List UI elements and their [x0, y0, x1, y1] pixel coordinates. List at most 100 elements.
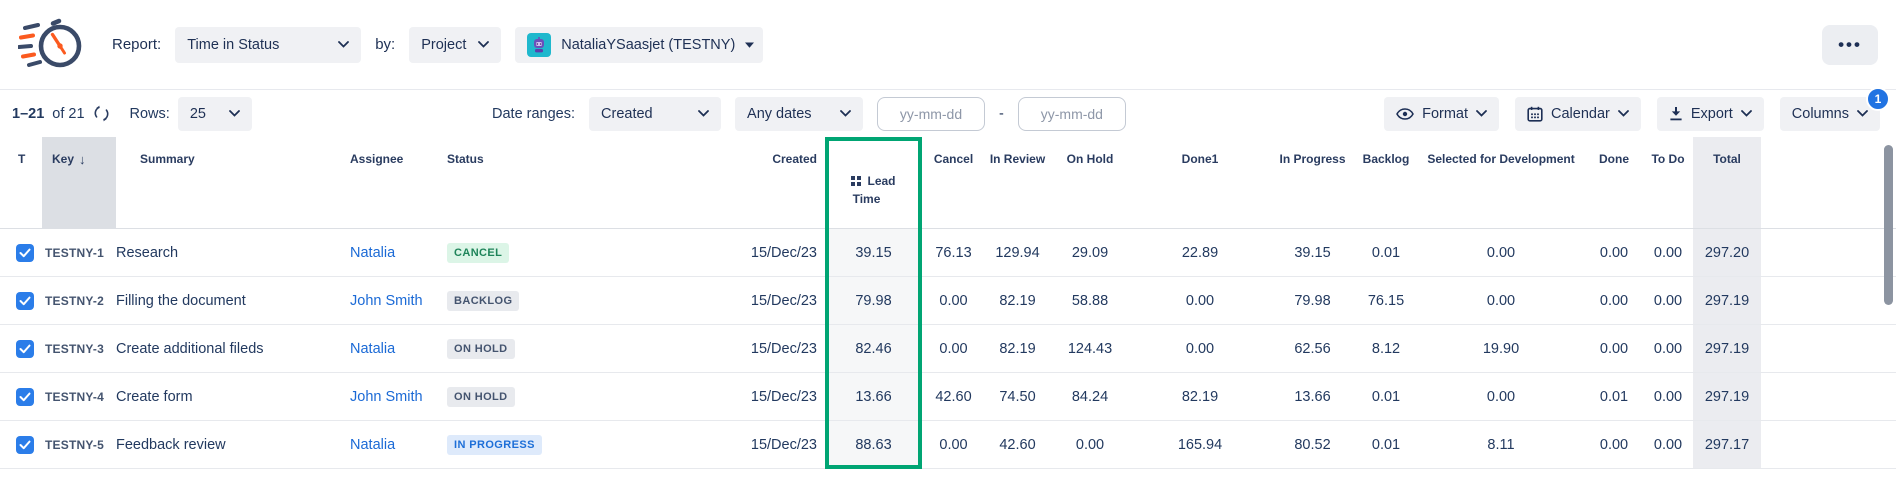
- assignee-link[interactable]: Natalia: [350, 437, 395, 453]
- time-in-status-on-hold: 124.43: [1050, 325, 1130, 372]
- check-icon: [19, 344, 31, 354]
- column-header-lead-time[interactable]: Lead Time: [825, 137, 922, 228]
- time-in-status-backlog: 0.01: [1355, 373, 1417, 420]
- vertical-scrollbar[interactable]: [1884, 141, 1893, 476]
- row-checkbox[interactable]: [16, 292, 34, 310]
- format-button-label: Format: [1422, 106, 1468, 122]
- time-in-status-selected-for-development: 0.00: [1417, 229, 1585, 276]
- chevron-down-icon: [698, 110, 709, 117]
- time-in-status-done1: 22.89: [1130, 229, 1270, 276]
- time-in-status-to-do: 0.00: [1643, 373, 1693, 420]
- row-checkbox[interactable]: [16, 340, 34, 358]
- date-to-input[interactable]: [1018, 97, 1126, 131]
- format-button[interactable]: Format: [1384, 97, 1499, 131]
- date-from-input[interactable]: [877, 97, 985, 131]
- issue-summary: Feedback review: [116, 421, 350, 468]
- assignee-link[interactable]: John Smith: [350, 293, 423, 309]
- column-header-on-hold[interactable]: On Hold: [1050, 137, 1130, 228]
- time-in-status-backlog: 0.01: [1355, 229, 1417, 276]
- sort-descending-icon[interactable]: ↓: [79, 152, 86, 167]
- time-in-status-backlog: 76.15: [1355, 277, 1417, 324]
- time-in-status-to-do: 0.00: [1643, 229, 1693, 276]
- issue-key: TESTNY-2: [42, 277, 116, 324]
- total-value: 297.19: [1693, 277, 1761, 324]
- by-select[interactable]: Project: [409, 27, 501, 63]
- time-in-status-done: 0.01: [1585, 373, 1643, 420]
- report-label: Report:: [112, 36, 161, 53]
- time-in-status-in-review: 74.50: [985, 373, 1050, 420]
- export-button-label: Export: [1691, 106, 1733, 122]
- status-badge: BACKLOG: [447, 291, 519, 311]
- lead-time-value: 82.46: [825, 325, 922, 372]
- pagination-of: of 21: [52, 106, 84, 122]
- time-in-status-cancel: 0.00: [922, 277, 985, 324]
- check-icon: [19, 296, 31, 306]
- time-in-status-selected-for-development: 0.00: [1417, 277, 1585, 324]
- time-in-status-in-review: 42.60: [985, 421, 1050, 468]
- column-header-status[interactable]: Status: [447, 137, 618, 228]
- column-header-type[interactable]: T: [0, 137, 42, 228]
- time-in-status-in-progress: 80.52: [1270, 421, 1355, 468]
- column-header-selected-for-development[interactable]: Selected for Development: [1417, 137, 1585, 228]
- column-header-done[interactable]: Done: [1585, 137, 1643, 228]
- report-select[interactable]: Time in Status: [175, 27, 361, 63]
- rows-per-page-select[interactable]: 25: [178, 97, 252, 131]
- column-header-cancel[interactable]: Cancel: [922, 137, 985, 228]
- row-checkbox[interactable]: [16, 436, 34, 454]
- assignee-link[interactable]: John Smith: [350, 389, 423, 405]
- column-header-summary[interactable]: Summary: [116, 137, 350, 228]
- row-checkbox[interactable]: [16, 244, 34, 262]
- assignee-link[interactable]: Natalia: [350, 341, 395, 357]
- date-field-select[interactable]: Created: [589, 97, 721, 131]
- row-checkbox[interactable]: [16, 388, 34, 406]
- date-field-value: Created: [601, 106, 653, 122]
- time-in-status-in-review: 82.19: [985, 325, 1050, 372]
- project-select[interactable]: NataliaYSaasjet (TESTNY): [515, 27, 763, 63]
- time-in-status-in-progress: 13.66: [1270, 373, 1355, 420]
- time-in-status-backlog: 0.01: [1355, 421, 1417, 468]
- app-logo-stopwatch-icon: [18, 16, 84, 74]
- issue-key: TESTNY-1: [42, 229, 116, 276]
- time-in-status-done: 0.00: [1585, 325, 1643, 372]
- time-in-status-selected-for-development: 0.00: [1417, 373, 1585, 420]
- column-header-key[interactable]: Key ↓: [42, 137, 116, 228]
- assignee-link[interactable]: Natalia: [350, 245, 395, 261]
- column-header-backlog[interactable]: Backlog: [1355, 137, 1417, 228]
- column-header-in-progress[interactable]: In Progress: [1270, 137, 1355, 228]
- drag-handle-icon[interactable]: [851, 176, 861, 186]
- calendar-icon: [1527, 106, 1543, 122]
- column-header-total[interactable]: Total: [1693, 137, 1761, 228]
- column-header-to-do[interactable]: To Do: [1643, 137, 1693, 228]
- time-in-status-done1: 82.19: [1130, 373, 1270, 420]
- date-ranges-label: Date ranges:: [492, 106, 575, 122]
- date-preset-select[interactable]: Any dates: [735, 97, 863, 131]
- status-badge: ON HOLD: [447, 387, 515, 407]
- time-in-status-cancel: 42.60: [922, 373, 985, 420]
- chevron-down-icon: [840, 110, 851, 117]
- chevron-down-icon: [1857, 110, 1868, 117]
- by-label: by:: [375, 36, 395, 53]
- lead-time-value: 39.15: [825, 229, 922, 276]
- time-in-status-done1: 0.00: [1130, 277, 1270, 324]
- export-button[interactable]: Export: [1657, 97, 1764, 131]
- status-badge: IN PROGRESS: [447, 435, 542, 455]
- column-header-assignee[interactable]: Assignee: [350, 137, 447, 228]
- refresh-icon[interactable]: [93, 105, 110, 122]
- key-header-label: Key: [52, 152, 74, 166]
- check-icon: [19, 248, 31, 258]
- lead-time-header-line2: Time: [853, 192, 881, 206]
- date-ranges-group: Date ranges: Created Any dates -: [492, 97, 1126, 131]
- time-in-status-to-do: 0.00: [1643, 325, 1693, 372]
- vertical-scrollbar-thumb[interactable]: [1884, 145, 1893, 305]
- table-body: TESTNY-1 Research Natalia CANCEL 15/Dec/…: [0, 229, 1896, 469]
- column-header-in-review[interactable]: In Review: [985, 137, 1050, 228]
- more-actions-button[interactable]: •••: [1822, 25, 1878, 65]
- table-row: TESTNY-2 Filling the document John Smith…: [0, 277, 1896, 325]
- column-header-done1[interactable]: Done1: [1130, 137, 1270, 228]
- issue-summary: Research: [116, 229, 350, 276]
- issue-key: TESTNY-5: [42, 421, 116, 468]
- calendar-button[interactable]: Calendar: [1515, 97, 1641, 131]
- column-header-created[interactable]: Created: [618, 137, 825, 228]
- columns-button[interactable]: Columns 1: [1780, 97, 1880, 131]
- table-row: TESTNY-5 Feedback review Natalia IN PROG…: [0, 421, 1896, 469]
